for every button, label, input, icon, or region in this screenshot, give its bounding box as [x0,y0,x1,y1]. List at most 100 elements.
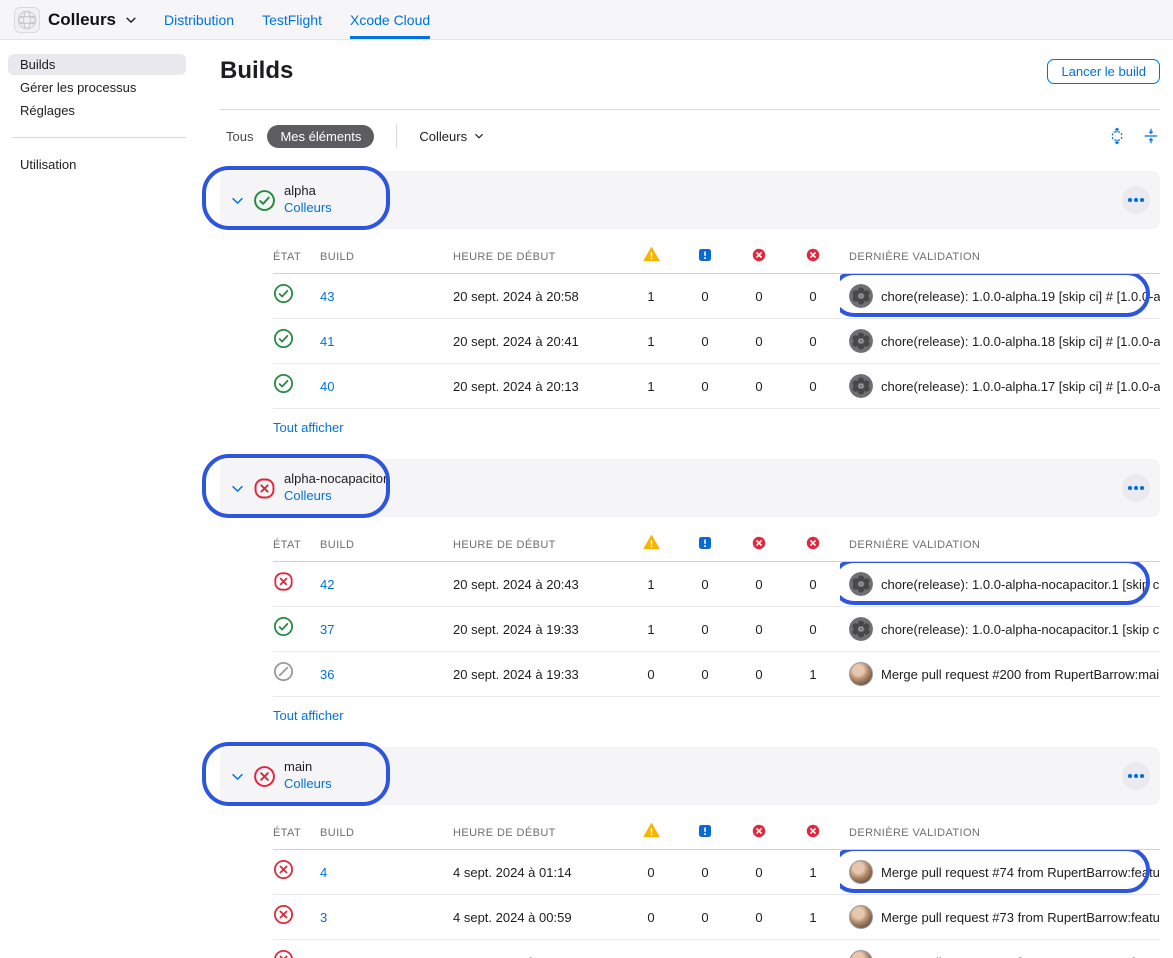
col-start: HEURE DE DÉBUT [453,827,624,839]
sidebar-item-settings[interactable]: Réglages [8,100,186,121]
table-row: 40 20 sept. 2024 à 20:13 1 0 0 0 chore(r… [273,364,1160,409]
build-group-alpha-nocapacitor: alpha-nocapacitor Colleurs ÉTAT BUILD HE… [220,459,1160,725]
failure-count: 0 [809,577,816,592]
error-count: 0 [755,955,762,958]
col-start: HEURE DE DÉBUT [453,539,624,551]
success-status-icon [273,283,320,309]
success-status-icon [273,373,320,399]
warning-count: 1 [647,622,654,637]
col-validation: DERNIÈRE VALIDATION [840,539,1160,551]
warning-count: 0 [647,865,654,880]
failure-count: 1 [809,910,816,925]
table-row: 41 20 sept. 2024 à 20:41 1 0 0 0 chore(r… [273,319,1160,364]
xcode-cloud-builds-page: Colleurs Distribution TestFlight Xcode C… [0,0,1173,958]
warning-count: 0 [647,667,654,682]
tab-testflight[interactable]: TestFlight [262,0,322,39]
chevron-down-icon[interactable] [230,769,245,784]
user-avatar [849,905,873,929]
build-number-link[interactable]: 41 [320,334,453,349]
branch-name: main [284,759,332,776]
build-number-link[interactable]: 3 [320,910,453,925]
failed-status-icon [273,859,320,885]
failed-status-icon [253,765,276,788]
tab-distribution[interactable]: Distribution [164,0,234,39]
bot-avatar [849,374,873,398]
failure-count: 0 [809,289,816,304]
error-count: 0 [755,334,762,349]
error-count: 0 [755,622,762,637]
app-switcher[interactable]: Colleurs [14,0,138,39]
group-header: alpha-nocapacitor Colleurs [220,459,1160,517]
filter-bar: Tous Mes éléments Colleurs [220,123,1160,149]
success-status-icon [273,328,320,354]
builds-table: ÉTAT BUILD HEURE DE DÉBUT DERNIÈRE VALID… [273,529,1160,697]
main-content: Builds Lancer le build Tous Mes éléments… [220,40,1173,958]
user-avatar [849,860,873,884]
filter-divider [396,124,397,148]
commit-message: chore(release): 1.0.0-alpha.18 [skip ci]… [881,334,1160,349]
warning-count: 1 [647,379,654,394]
build-number-link[interactable]: 2 [320,955,453,958]
ellipsis-menu-icon[interactable] [1122,474,1150,502]
top-navigation: Colleurs Distribution TestFlight Xcode C… [0,0,1173,40]
user-avatar [849,950,873,958]
error-count: 0 [755,289,762,304]
col-state: ÉTAT [273,251,320,263]
error-count: 0 [755,910,762,925]
last-commit-cell: Merge pull request #200 from RupertBarro… [840,652,1160,696]
table-row: 4 4 sept. 2024 à 01:14 0 0 0 1 Merge pul… [273,850,1160,895]
build-number-link[interactable]: 40 [320,379,453,394]
start-time: 4 sept. 2024 à 01:14 [453,865,624,880]
commit-message: chore(release): 1.0.0-alpha.17 [skip ci]… [881,379,1160,394]
filter-all[interactable]: Tous [220,125,259,148]
group-header: main Colleurs [220,747,1160,805]
cancelled-status-icon [273,661,320,687]
show-all-link[interactable]: Tout afficher [273,420,344,435]
app-link[interactable]: Colleurs [284,776,332,793]
test-failure-icon [805,247,821,268]
build-group-main: main Colleurs ÉTAT BUILD HEURE DE DÉBUT [220,747,1160,958]
chevron-down-icon[interactable] [230,481,245,496]
warning-count: 1 [647,334,654,349]
app-filter-dropdown[interactable]: Colleurs [419,129,485,144]
col-build: BUILD [320,539,453,551]
col-start: HEURE DE DÉBUT [453,251,624,263]
analysis-count: 0 [701,865,708,880]
chevron-down-icon [124,13,138,27]
error-count: 0 [755,577,762,592]
expand-all-icon[interactable] [1108,127,1126,145]
table-header-row: ÉTAT BUILD HEURE DE DÉBUT DERNIÈRE VALID… [273,529,1160,562]
build-number-link[interactable]: 42 [320,577,453,592]
ellipsis-menu-icon[interactable] [1122,762,1150,790]
filter-my-items[interactable]: Mes éléments [267,125,374,148]
commit-message: Merge pull request #73 from RupertBarrow… [881,955,1160,958]
last-commit-cell: chore(release): 1.0.0-alpha-nocapacitor.… [840,562,1160,606]
table-row: 2 4 sept. 2024 à 00:58 0 0 0 1 Merge pul… [273,940,1160,958]
show-all-link[interactable]: Tout afficher [273,708,344,723]
build-number-link[interactable]: 37 [320,622,453,637]
start-build-button[interactable]: Lancer le build [1047,59,1160,84]
nav-tabs: Distribution TestFlight Xcode Cloud [164,0,430,39]
app-link[interactable]: Colleurs [284,200,332,217]
sidebar-item-usage[interactable]: Utilisation [8,154,186,175]
sidebar-item-manage-workflows[interactable]: Gérer les processus [8,77,186,98]
sidebar-item-builds[interactable]: Builds [8,54,186,75]
build-number-link[interactable]: 36 [320,667,453,682]
failed-status-icon [253,477,276,500]
build-number-link[interactable]: 4 [320,865,453,880]
tab-xcode-cloud[interactable]: Xcode Cloud [350,0,430,39]
analysis-count: 0 [701,577,708,592]
start-time: 20 sept. 2024 à 20:58 [453,289,624,304]
analysis-count: 0 [701,334,708,349]
last-commit-cell: chore(release): 1.0.0-alpha.17 [skip ci]… [840,364,1160,408]
builds-table: ÉTAT BUILD HEURE DE DÉBUT DERNIÈRE VALID… [273,241,1160,409]
ellipsis-menu-icon[interactable] [1122,186,1150,214]
col-state: ÉTAT [273,539,320,551]
chevron-down-icon[interactable] [230,193,245,208]
warning-count: 1 [647,289,654,304]
build-group-alpha: alpha Colleurs ÉTAT BUILD HEURE DE DÉBUT [220,171,1160,437]
build-number-link[interactable]: 43 [320,289,453,304]
error-icon [751,535,767,556]
collapse-all-icon[interactable] [1142,127,1160,145]
app-link[interactable]: Colleurs [284,488,387,505]
